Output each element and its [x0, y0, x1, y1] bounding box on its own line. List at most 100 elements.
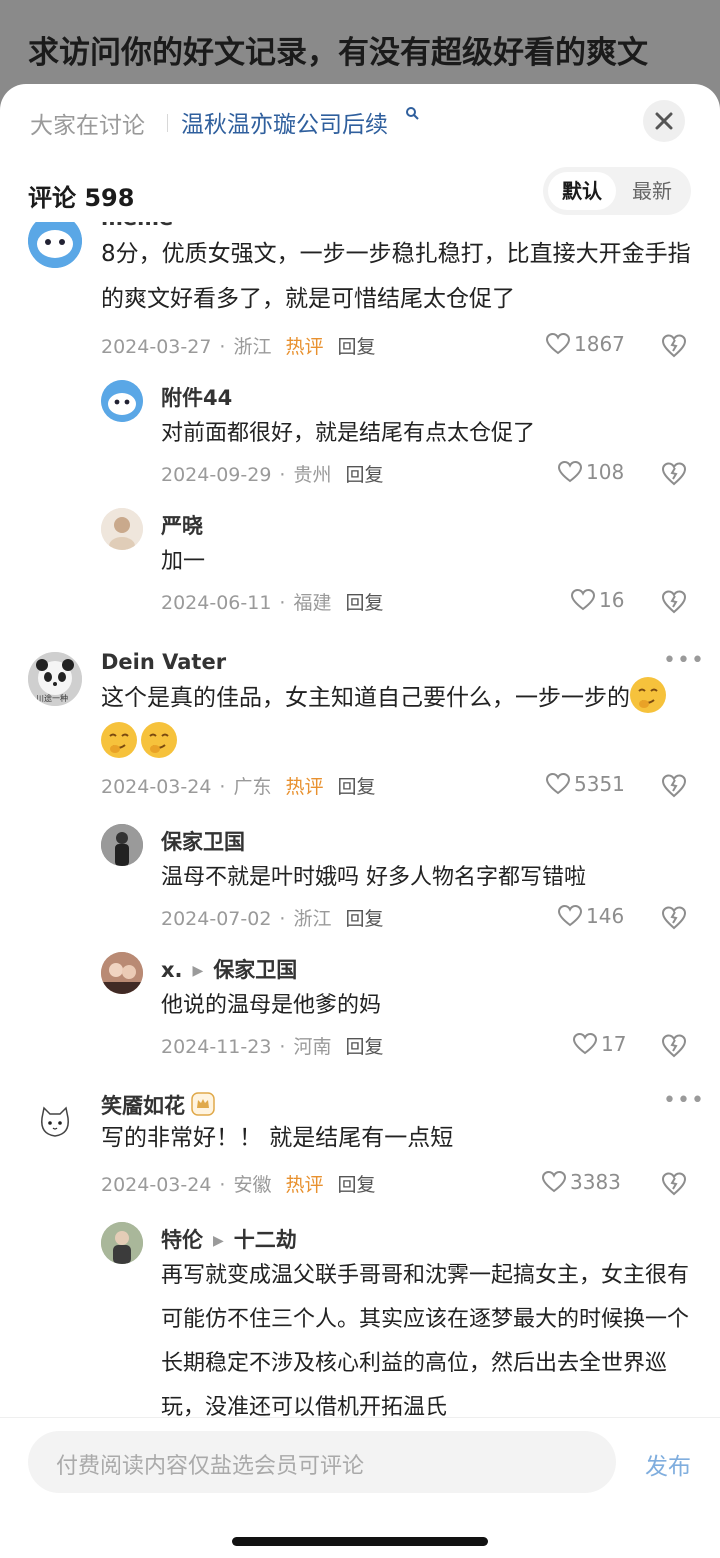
avatar[interactable]: [101, 824, 143, 866]
avatar[interactable]: [101, 380, 143, 422]
dislike-icon[interactable]: [662, 1034, 686, 1058]
dislike-icon[interactable]: [662, 1172, 686, 1196]
reply-date: 2024-07-02: [161, 908, 272, 930]
close-button[interactable]: [643, 100, 685, 142]
robot-avatar-icon: [28, 222, 82, 268]
comment-input[interactable]: 付费阅读内容仅盐选会员可评论: [28, 1431, 616, 1493]
like-count: 17: [601, 1032, 627, 1056]
like-button[interactable]: 17: [572, 1032, 627, 1056]
comment-text-body: 这个是真的佳品，女主知道自己要什么，一步一步的: [101, 685, 630, 711]
reply-text: 温母不就是叶时娥吗 好多人物名字都写错啦: [161, 865, 586, 890]
reply-button[interactable]: 回复: [338, 336, 376, 358]
dislike-icon[interactable]: [662, 462, 686, 486]
heart-icon: [545, 772, 571, 795]
reply-date: 2024-06-11: [161, 592, 272, 614]
reply-username[interactable]: x.: [161, 958, 183, 982]
avatar[interactable]: 川途一种: [28, 652, 82, 706]
comment-sheet: 大家在讨论 温秋温亦璇公司后续 评论 598 默认 最新 meme 8分，优质女…: [0, 84, 720, 1558]
comment-region: 广东: [233, 776, 272, 798]
like-button[interactable]: 3383: [541, 1170, 621, 1194]
like-count: 5351: [574, 772, 625, 796]
comment-subbar: 评论 598 默认 最新: [0, 160, 720, 222]
reply-button[interactable]: 回复: [338, 1174, 376, 1196]
background-question-title: 求访问你的好文记录，有没有超级好看的爽文: [28, 35, 648, 71]
topic-link[interactable]: 温秋温亦璇公司后续: [181, 105, 388, 139]
hot-badge: 热评: [285, 336, 324, 358]
avatar[interactable]: [101, 1222, 143, 1264]
comment-meta: 2024-03-24 · 广东 热评 回复: [101, 776, 376, 798]
more-options-icon[interactable]: •••: [663, 648, 705, 673]
portrait-avatar-icon: [101, 1222, 143, 1264]
reply-text: 他说的温母是他爹的妈: [161, 993, 382, 1018]
username: 特伦 ▶ 十二劫: [161, 1224, 297, 1254]
robot-avatar-icon: [101, 380, 143, 422]
reply-date: 2024-11-23: [161, 1036, 272, 1058]
reply-meta: 2024-11-23 · 河南 回复: [161, 1036, 384, 1058]
like-count: 146: [586, 904, 625, 928]
reply-arrow-icon: ▶: [192, 963, 204, 979]
close-icon: [655, 112, 673, 130]
heart-icon: [557, 904, 583, 927]
avatar[interactable]: [28, 1098, 82, 1152]
reply-to-username[interactable]: 保家卫国: [213, 958, 297, 982]
like-button[interactable]: 16: [570, 588, 624, 612]
reply-username[interactable]: 特伦: [161, 1228, 203, 1252]
comment-text: 8分，优质女强文，一步一步稳扎稳打，比直接大开金手指的爽文好看多了，就是可惜结尾…: [101, 241, 691, 312]
username[interactable]: meme: [101, 222, 173, 230]
username[interactable]: 附件44: [161, 382, 232, 412]
divider: [167, 114, 168, 132]
username[interactable]: 严晓: [161, 510, 203, 540]
username: x. ▶ 保家卫国: [161, 954, 297, 984]
hot-badge: 热评: [285, 776, 324, 798]
portrait-avatar-icon: [101, 952, 143, 994]
reply-button[interactable]: 回复: [338, 776, 376, 798]
comment-text: 这个是真的佳品，女主知道自己要什么，一步一步的: [101, 676, 691, 766]
sort-latest-tab[interactable]: 最新: [618, 172, 686, 210]
username[interactable]: 保家卫国: [161, 826, 245, 856]
home-indicator[interactable]: [232, 1537, 488, 1546]
avatar[interactable]: [28, 222, 82, 268]
reply-to-username[interactable]: 十二劫: [234, 1228, 297, 1252]
comment-count: 评论 598: [28, 184, 135, 212]
reply-button[interactable]: 回复: [345, 592, 383, 614]
portrait-avatar-icon: [101, 824, 143, 866]
sort-default-tab[interactable]: 默认: [548, 172, 616, 210]
comment-date: 2024-03-27: [101, 336, 212, 358]
hot-badge: 热评: [285, 1174, 324, 1196]
reply-region: 福建: [293, 592, 332, 614]
reply-region: 河南: [293, 1036, 332, 1058]
reply-button[interactable]: 回复: [345, 464, 383, 486]
sort-toggle: 默认 最新: [543, 167, 691, 215]
avatar[interactable]: [101, 508, 143, 550]
like-button[interactable]: 5351: [545, 772, 625, 796]
comment-date: 2024-03-24: [101, 1174, 212, 1196]
smirk-emoji-icon: [101, 722, 137, 758]
reply-region: 浙江: [293, 908, 332, 930]
comment-list[interactable]: meme 8分，优质女强文，一步一步稳扎稳打，比直接大开金手指的爽文好看多了，就…: [0, 222, 720, 1417]
reply-text: 对前面都很好，就是结尾有点太仓促了: [161, 421, 536, 446]
portrait-avatar-icon: [101, 508, 143, 550]
like-button[interactable]: 146: [557, 904, 625, 928]
reply-meta: 2024-07-02 · 浙江 回复: [161, 908, 384, 930]
dislike-icon[interactable]: [662, 590, 686, 614]
publish-button[interactable]: 发布: [645, 1447, 691, 1481]
sheet-topbar: 大家在讨论 温秋温亦璇公司后续: [0, 84, 720, 160]
reply-button[interactable]: 回复: [345, 1036, 383, 1058]
like-button[interactable]: 1867: [545, 332, 625, 356]
heart-icon: [541, 1170, 567, 1193]
more-options-icon[interactable]: •••: [663, 1088, 705, 1113]
comment-date: 2024-03-24: [101, 776, 212, 798]
smirk-emoji-icon: [141, 722, 177, 758]
comment-username[interactable]: 笑靥如花: [101, 1094, 185, 1118]
reply-button[interactable]: 回复: [345, 908, 383, 930]
comment-meta: 2024-03-27 · 浙江 热评 回复: [101, 336, 376, 358]
dislike-icon[interactable]: [662, 906, 686, 930]
username[interactable]: Dein Vater: [101, 650, 226, 674]
reply-meta: 2024-06-11 · 福建 回复: [161, 592, 384, 614]
dislike-icon[interactable]: [662, 334, 686, 358]
reply-text: 再写就变成温父联手哥哥和沈霁一起搞女主，女主很有可能仿不住三个人。其实应该在逐梦…: [161, 1263, 690, 1417]
comment-meta: 2024-03-24 · 安徽 热评 回复: [101, 1174, 376, 1196]
dislike-icon[interactable]: [662, 774, 686, 798]
avatar[interactable]: [101, 952, 143, 994]
like-button[interactable]: 108: [557, 460, 624, 484]
